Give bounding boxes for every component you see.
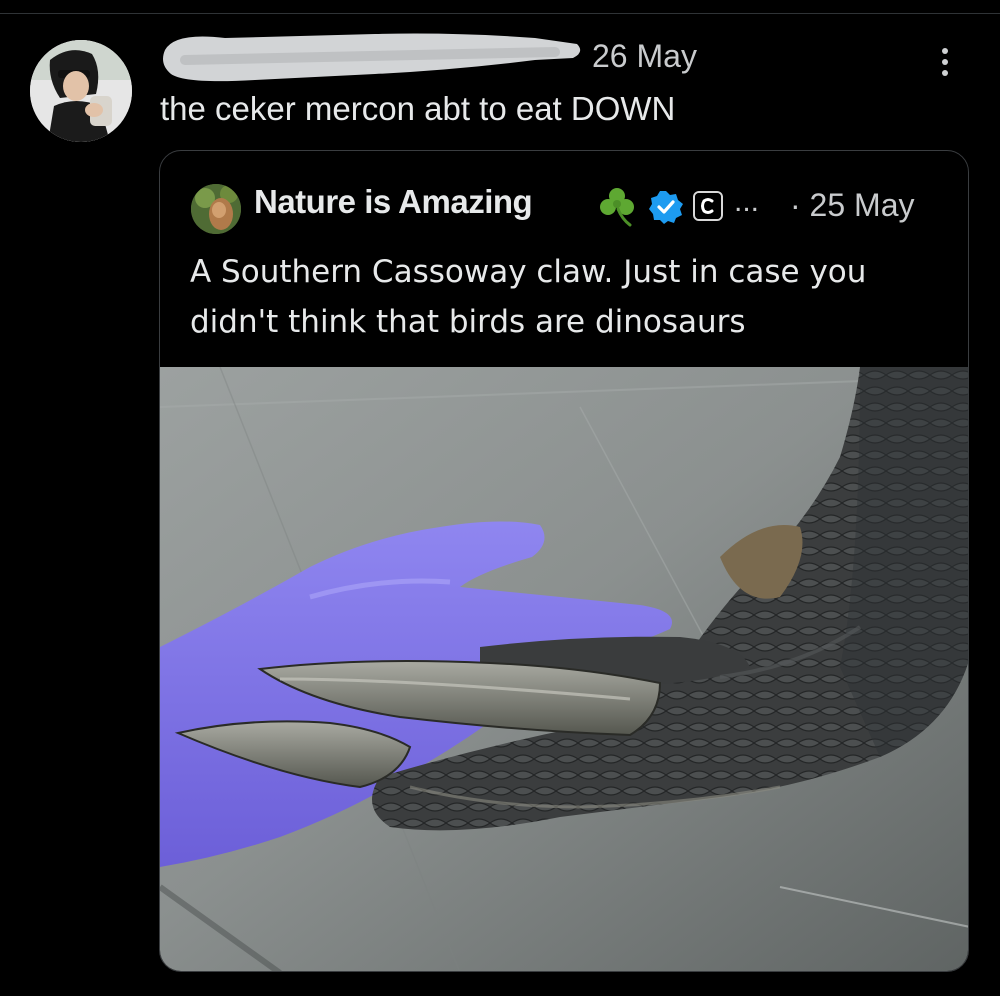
- redacted-username: [155, 30, 585, 84]
- name-truncation-ellipsis: ...: [734, 185, 760, 218]
- post-text: the ceker mercon abt to eat DOWN: [160, 90, 676, 127]
- more-options-button[interactable]: [930, 40, 960, 84]
- affiliate-badge-icon[interactable]: [693, 191, 723, 221]
- avatar[interactable]: [30, 40, 132, 142]
- verified-badge-icon[interactable]: [648, 189, 684, 225]
- quoted-author-name[interactable]: Nature is Amazing: [254, 183, 533, 221]
- post-date[interactable]: 26 May: [592, 38, 697, 75]
- quoted-post-card[interactable]: Nature is Amazing ... · 25 May A Souther…: [159, 150, 969, 972]
- more-vertical-icon: [942, 48, 948, 54]
- quoted-post-date[interactable]: · 25 May: [790, 187, 914, 224]
- shamrock-emoji-icon: [596, 185, 638, 227]
- quoted-author-avatar: [191, 184, 241, 234]
- quoted-post-image[interactable]: [160, 367, 969, 972]
- top-divider: [0, 0, 1000, 14]
- quoted-post-text: A Southern Cassoway claw. Just in case y…: [190, 254, 867, 340]
